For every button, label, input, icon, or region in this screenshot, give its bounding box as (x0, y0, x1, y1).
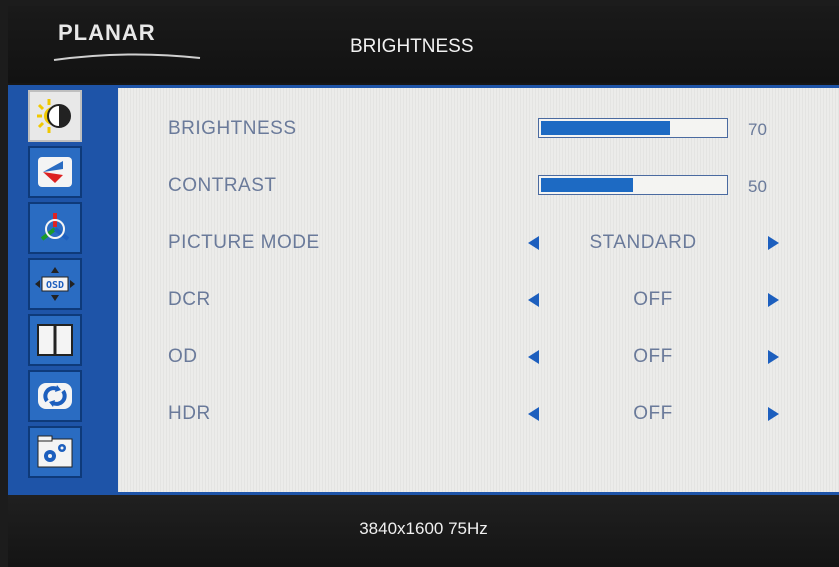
reset-icon (38, 383, 72, 409)
od-value: OFF (633, 346, 673, 367)
od-left-arrow-icon[interactable] (528, 350, 539, 364)
color-icon (38, 157, 72, 187)
sidebar-item-picture[interactable] (28, 202, 82, 254)
osd-icon: OSD (35, 267, 75, 301)
settings-panel: BRIGHTNESS 70 CONTRAST 50 PICTURE MODE S… (118, 88, 839, 492)
status-bar: 3840x1600 75Hz (8, 495, 839, 567)
brightness-slider-fill (541, 121, 670, 135)
sidebar-item-reset[interactable] (28, 370, 82, 422)
contrast-value: 50 (748, 177, 767, 196)
logo-swoosh-icon (53, 53, 201, 61)
menu-title: BRIGHTNESS (350, 36, 474, 57)
sidebar-item-pip[interactable] (28, 314, 82, 366)
contrast-slider[interactable] (538, 175, 728, 195)
sidebar-item-osd[interactable]: OSD (28, 258, 82, 310)
od-right-arrow-icon[interactable] (768, 350, 779, 364)
brightness-slider[interactable] (538, 118, 728, 138)
settings-icon (37, 435, 73, 468)
picture-mode-right-arrow-icon[interactable] (768, 236, 779, 250)
hdr-right-arrow-icon[interactable] (768, 407, 779, 421)
brand-logo: PLANAR (58, 20, 156, 45)
dcr-label: DCR (168, 289, 211, 310)
brightness-label: BRIGHTNESS (168, 118, 297, 139)
menu-body: OSD BRIGHTNESS 70 CONTRAST 50 PICTURE MO… (8, 85, 839, 495)
od-label: OD (168, 346, 198, 367)
contrast-label: CONTRAST (168, 175, 277, 196)
header: PLANAR BRIGHTNESS (8, 6, 839, 83)
picture-mode-left-arrow-icon[interactable] (528, 236, 539, 250)
picture-mode-value: STANDARD (589, 232, 697, 253)
osd-menu: PLANAR BRIGHTNESS OSD BRIGHTNESS 70 CONT… (8, 6, 839, 567)
hdr-label: HDR (168, 403, 211, 424)
resolution-status: 3840x1600 75Hz (359, 519, 488, 538)
picture-mode-label: PICTURE MODE (168, 232, 320, 253)
sidebar-item-brightness[interactable] (28, 90, 82, 142)
pip-icon (37, 324, 73, 356)
contrast-slider-fill (541, 178, 633, 192)
brightness-value: 70 (748, 120, 767, 139)
svg-text:OSD: OSD (46, 280, 64, 291)
sidebar-item-settings[interactable] (28, 426, 82, 478)
dcr-right-arrow-icon[interactable] (768, 293, 779, 307)
dcr-left-arrow-icon[interactable] (528, 293, 539, 307)
hdr-value: OFF (633, 403, 673, 424)
dcr-value: OFF (633, 289, 673, 310)
sidebar-item-color[interactable] (28, 146, 82, 198)
sidebar: OSD (12, 88, 114, 492)
picture-icon (40, 213, 70, 241)
hdr-left-arrow-icon[interactable] (528, 407, 539, 421)
brightness-icon (37, 99, 71, 133)
